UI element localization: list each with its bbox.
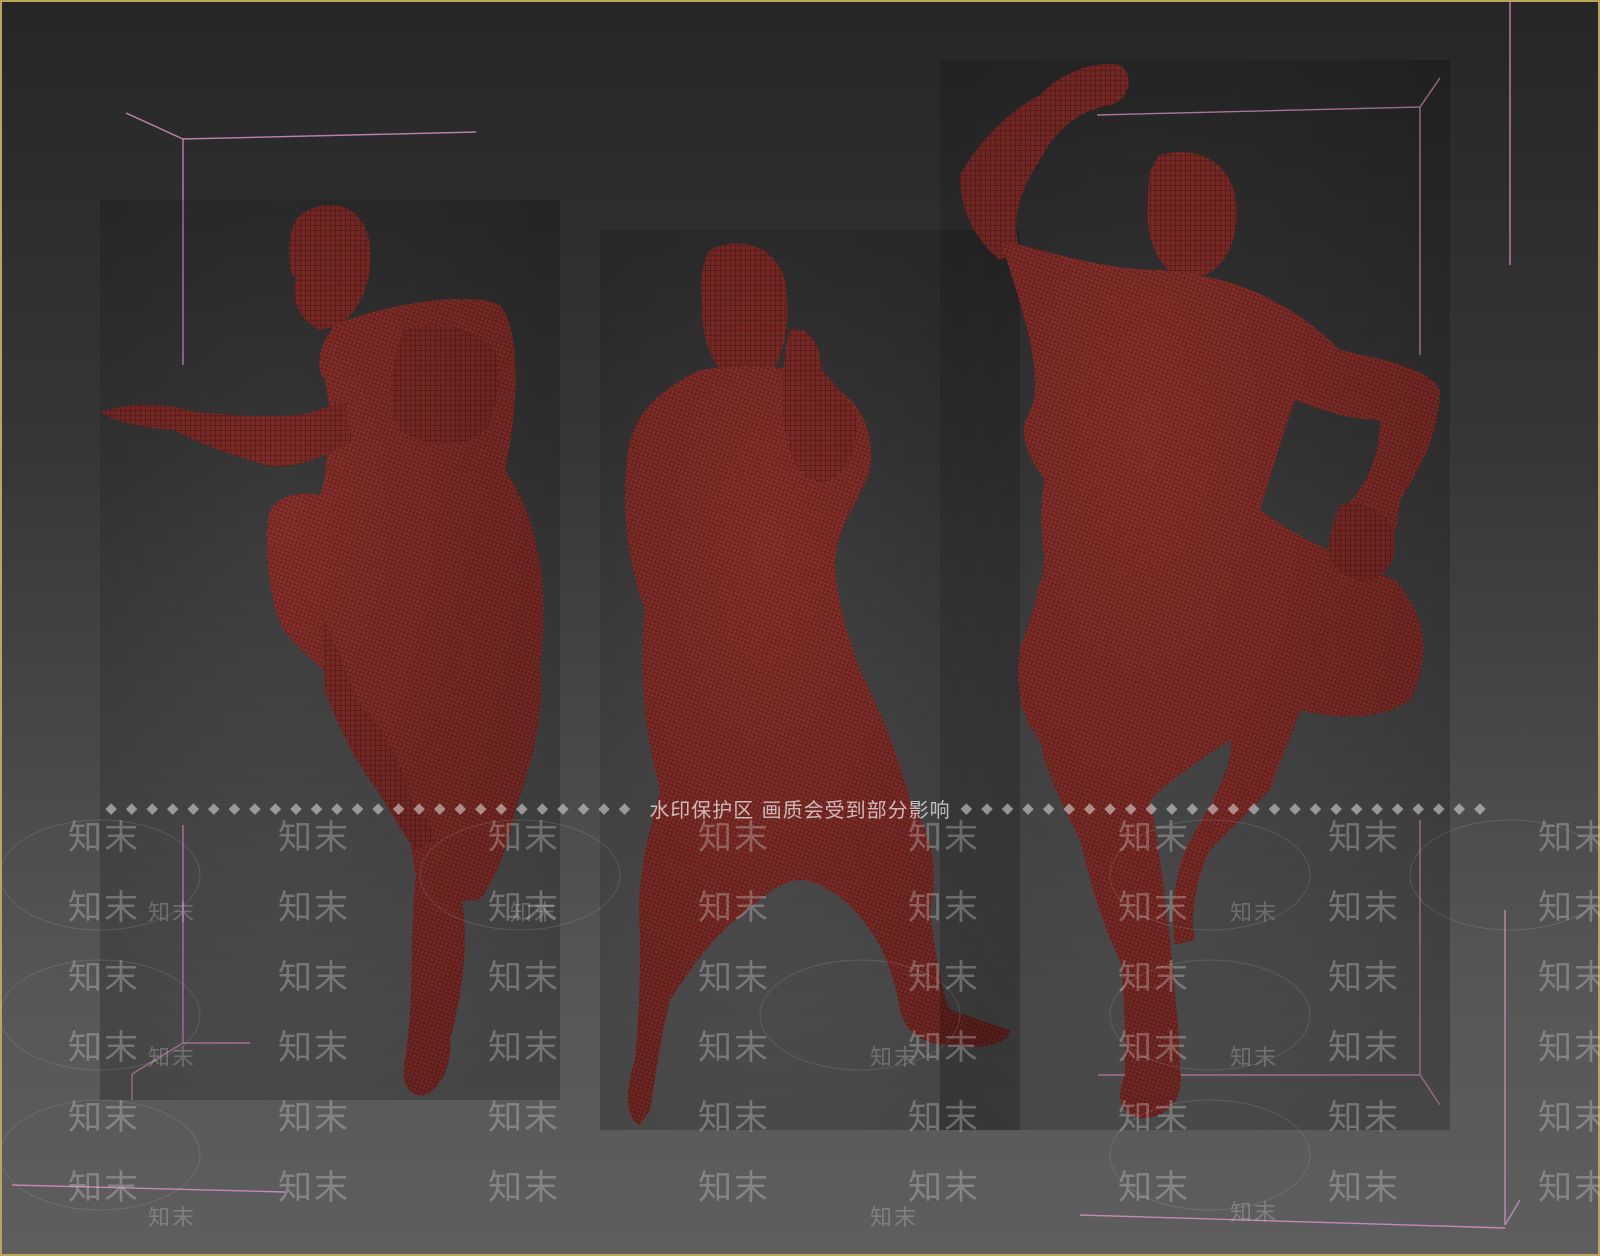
viewport-scene	[0, 0, 1600, 1229]
watermark-dots-right: ◆◆◆◆◆◆◆◆◆◆◆◆◆◆◆◆◆◆◆◆◆◆◆◆◆◆	[960, 799, 1495, 817]
watermark-banner-text: 水印保护区 画质会受到部分影响	[649, 797, 951, 822]
watermark-dots-left: ◆◆◆◆◆◆◆◆◆◆◆◆◆◆◆◆◆◆◆◆◆◆◆◆◆◆	[105, 799, 640, 817]
watermark-banner: ◆◆◆◆◆◆◆◆◆◆◆◆◆◆◆◆◆◆◆◆◆◆◆◆◆◆ 水印保护区 画质会受到部分…	[0, 795, 1600, 822]
monk-left-mesh	[100, 200, 560, 1100]
monk-right-mesh	[940, 60, 1450, 1130]
3d-viewport[interactable]: ◆◆◆◆◆◆◆◆◆◆◆◆◆◆◆◆◆◆◆◆◆◆◆◆◆◆ 水印保护区 画质会受到部分…	[0, 0, 1600, 1256]
